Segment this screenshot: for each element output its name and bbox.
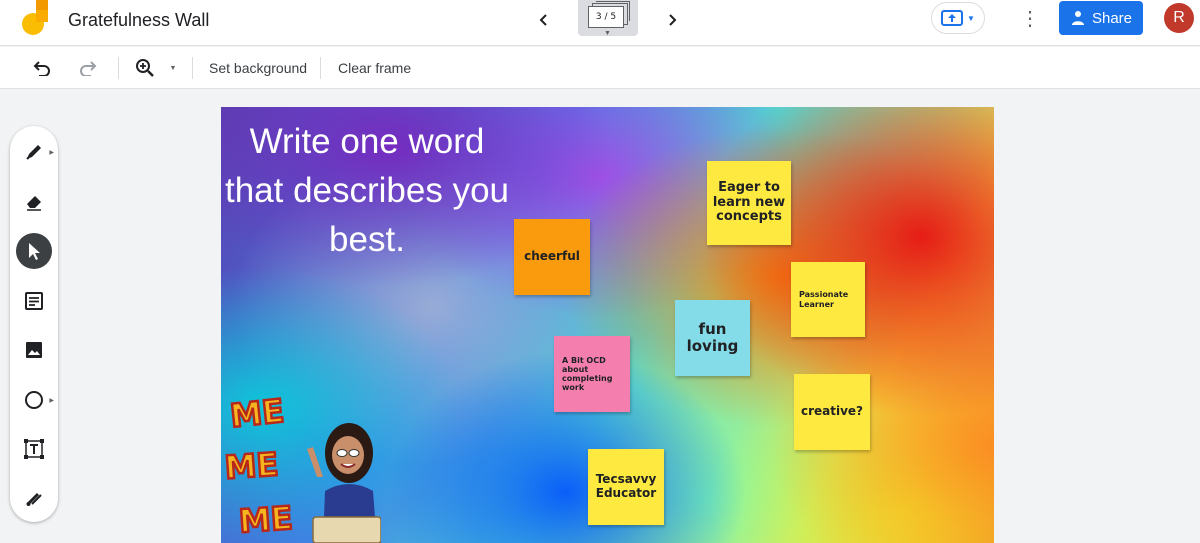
share-button[interactable]: Share: [1059, 1, 1143, 35]
frame-title-text[interactable]: Write one word that describes you best.: [221, 117, 513, 264]
board-title[interactable]: Gratefulness Wall: [68, 10, 209, 31]
toolbar: ▼ Set background Clear frame: [0, 47, 1200, 89]
bitmoji-sticker-image[interactable]: ME ME ME: [221, 391, 381, 543]
chevron-left-icon: [539, 14, 547, 26]
people-icon: [1071, 11, 1084, 25]
zoom-button[interactable]: [133, 56, 157, 80]
eraser-tool[interactable]: [16, 184, 52, 220]
laser-icon: [26, 492, 42, 506]
caret-down-icon: ▼: [967, 13, 975, 23]
sticky-note[interactable]: cheerful: [514, 219, 590, 295]
present-icon: [941, 10, 964, 26]
submenu-arrow-icon: ▶: [49, 398, 54, 404]
text-box-tool[interactable]: [16, 431, 52, 467]
share-label: Share: [1091, 9, 1133, 27]
frame-indicator: 3 / 5: [588, 6, 624, 28]
toolbar-divider: [192, 57, 193, 79]
eraser-icon: [27, 196, 41, 211]
present-button[interactable]: ▼: [931, 2, 985, 34]
whiteboard-frame[interactable]: Write one word that describes you best. …: [221, 107, 994, 543]
shape-tool[interactable]: ▶: [16, 382, 54, 418]
toolbar-divider: [320, 57, 321, 79]
tool-palette: ▶ ▶: [10, 126, 58, 522]
pen-tool[interactable]: ▶: [16, 134, 54, 170]
sticky-note-tool[interactable]: [16, 283, 52, 319]
chevron-right-icon: [669, 14, 677, 26]
laser-tool[interactable]: [16, 480, 52, 516]
svg-text:ME: ME: [228, 392, 285, 435]
undo-icon: [33, 61, 50, 76]
sticky-note[interactable]: fun loving: [675, 300, 750, 376]
toolbar-divider: [118, 57, 119, 79]
sticky-note[interactable]: Tecsavvy Educator: [588, 449, 664, 525]
jamboard-logo-icon[interactable]: [22, 0, 50, 36]
zoom-dropdown-icon[interactable]: ▼: [163, 56, 183, 80]
image-tool[interactable]: [16, 332, 52, 368]
circle-icon: [25, 391, 43, 409]
submenu-arrow-icon: ▶: [49, 150, 54, 156]
sticky-note[interactable]: A Bit OCD about completing work: [554, 336, 630, 412]
frame-bar-toggle[interactable]: 3 / 5 ▼: [578, 0, 638, 37]
previous-frame-button[interactable]: [532, 8, 556, 32]
sticky-note[interactable]: Passionate Learner: [791, 262, 865, 337]
clear-frame-button[interactable]: Clear frame: [338, 60, 411, 76]
redo-icon: [80, 61, 97, 76]
undo-button[interactable]: [30, 56, 54, 80]
svg-text:ME: ME: [238, 499, 294, 541]
select-tool[interactable]: [16, 233, 52, 269]
top-bar: Gratefulness Wall 3 / 5 ▼ ▼ ⋮ Share R: [0, 0, 1200, 46]
more-options-icon[interactable]: ⋮: [1020, 6, 1040, 30]
redo-button[interactable]: [76, 56, 100, 80]
text-box-icon: [24, 439, 44, 459]
next-frame-button[interactable]: [660, 8, 684, 32]
pen-icon: [26, 145, 41, 160]
sticky-note[interactable]: Eager to learn new concepts: [707, 161, 791, 245]
svg-text:ME: ME: [223, 445, 279, 487]
sticky-note[interactable]: creative?: [794, 374, 870, 450]
jamboard-app: Gratefulness Wall 3 / 5 ▼ ▼ ⋮ Share R ▼ …: [0, 0, 1200, 543]
set-background-button[interactable]: Set background: [209, 60, 307, 76]
zoom-in-icon: [136, 59, 154, 77]
select-icon: [29, 243, 40, 260]
caret-down-icon: ▼: [604, 30, 611, 37]
sticky-note-icon: [25, 292, 43, 310]
avatar[interactable]: R: [1164, 3, 1194, 33]
image-icon: [26, 342, 42, 358]
